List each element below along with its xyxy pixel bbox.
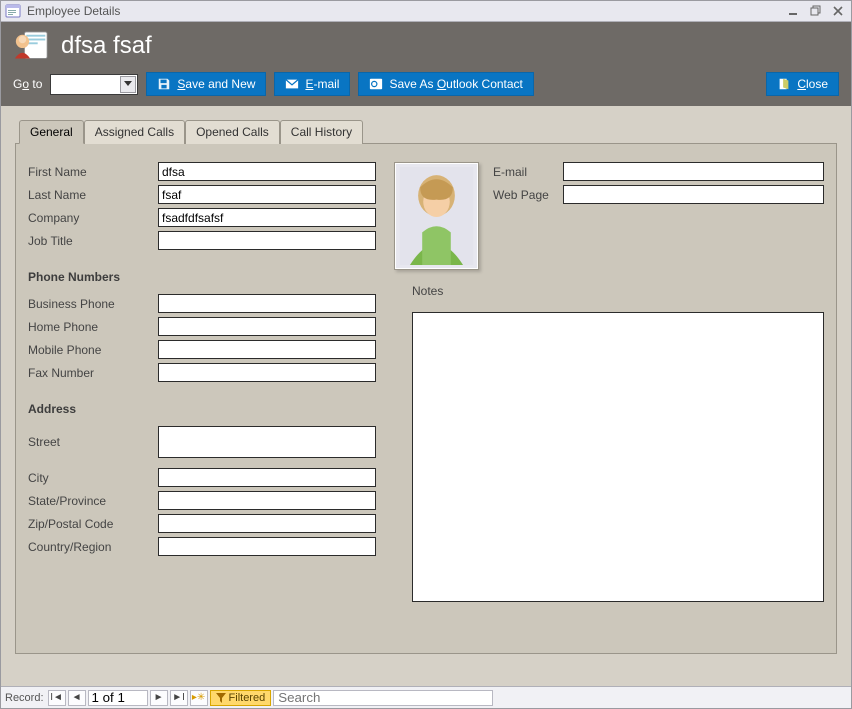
window-title: Employee Details <box>27 4 120 18</box>
minimize-button[interactable] <box>785 4 803 18</box>
record-navigator: Record: I◄ ◄ ► ►I ▸✳ Filtered <box>1 686 851 708</box>
titlebar: Employee Details <box>1 1 851 22</box>
home-phone-label: Home Phone <box>28 320 158 334</box>
business-phone-label: Business Phone <box>28 297 158 311</box>
search-box[interactable] <box>273 690 493 706</box>
webpage-input[interactable] <box>563 185 824 204</box>
restore-button[interactable] <box>807 4 825 18</box>
form-icon <box>5 3 21 19</box>
state-label: State/Province <box>28 494 158 508</box>
tab-general-body: First Name Last Name Company Job Title P… <box>15 144 837 654</box>
work-area: General Assigned Calls Opened Calls Call… <box>1 106 851 686</box>
zip-label: Zip/Postal Code <box>28 517 158 531</box>
address-section-heading: Address <box>28 402 376 416</box>
person-placeholder-icon <box>399 167 474 265</box>
webpage-label: Web Page <box>493 188 563 202</box>
next-record-button[interactable]: ► <box>150 690 168 706</box>
door-icon <box>777 77 791 91</box>
filter-label: Filtered <box>229 692 266 704</box>
notes-label: Notes <box>412 284 824 298</box>
first-name-input[interactable] <box>158 162 376 181</box>
phone-section-heading: Phone Numbers <box>28 270 376 284</box>
mail-icon <box>285 77 299 91</box>
new-record-button[interactable]: ▸✳ <box>190 690 208 706</box>
contact-name-heading: dfsa fsaf <box>61 32 152 60</box>
business-phone-input[interactable] <box>158 294 376 313</box>
record-label: Record: <box>5 692 44 704</box>
email-input[interactable] <box>563 162 824 181</box>
last-record-button[interactable]: ►I <box>170 690 188 706</box>
goto-combobox[interactable] <box>50 74 138 95</box>
filter-icon <box>216 693 226 703</box>
form-header: dfsa fsaf Go to Save and New E-mail Save… <box>1 22 851 106</box>
contact-photo[interactable] <box>394 162 479 270</box>
company-label: Company <box>28 211 158 225</box>
country-label: Country/Region <box>28 540 158 554</box>
job-title-label: Job Title <box>28 234 158 248</box>
email-button[interactable]: E-mail <box>274 72 350 96</box>
first-record-button[interactable]: I◄ <box>48 690 66 706</box>
first-name-label: First Name <box>28 165 158 179</box>
fax-number-input[interactable] <box>158 363 376 382</box>
city-label: City <box>28 471 158 485</box>
goto-label: Go to <box>13 77 42 91</box>
save-as-outlook-button[interactable]: Save As Outlook Contact <box>358 72 533 96</box>
prev-record-button[interactable]: ◄ <box>68 690 86 706</box>
tab-general[interactable]: General <box>19 120 84 144</box>
last-name-input[interactable] <box>158 185 376 204</box>
mobile-phone-input[interactable] <box>158 340 376 359</box>
mobile-phone-label: Mobile Phone <box>28 343 158 357</box>
country-input[interactable] <box>158 537 376 556</box>
company-input[interactable] <box>158 208 376 227</box>
email-label: E-mail <box>493 165 563 179</box>
outlook-icon <box>369 77 383 91</box>
home-phone-input[interactable] <box>158 317 376 336</box>
chevron-down-icon[interactable] <box>120 76 136 93</box>
state-input[interactable] <box>158 491 376 510</box>
zip-input[interactable] <box>158 514 376 533</box>
save-and-new-button[interactable]: Save and New <box>146 72 266 96</box>
close-window-button[interactable] <box>829 4 847 18</box>
tab-opened-calls[interactable]: Opened Calls <box>185 120 280 144</box>
record-position-box[interactable] <box>88 690 148 706</box>
save-icon <box>157 77 171 91</box>
job-title-input[interactable] <box>158 231 376 250</box>
street-input[interactable] <box>158 426 376 458</box>
fax-number-label: Fax Number <box>28 366 158 380</box>
filter-badge[interactable]: Filtered <box>210 690 272 706</box>
tab-call-history[interactable]: Call History <box>280 120 363 144</box>
tab-assigned-calls[interactable]: Assigned Calls <box>84 120 185 144</box>
street-label: Street <box>28 435 158 449</box>
close-button[interactable]: Close <box>766 72 839 96</box>
tab-strip: General Assigned Calls Opened Calls Call… <box>15 120 837 144</box>
last-name-label: Last Name <box>28 188 158 202</box>
contact-card-icon <box>13 30 51 62</box>
city-input[interactable] <box>158 468 376 487</box>
notes-textarea[interactable] <box>412 312 824 602</box>
